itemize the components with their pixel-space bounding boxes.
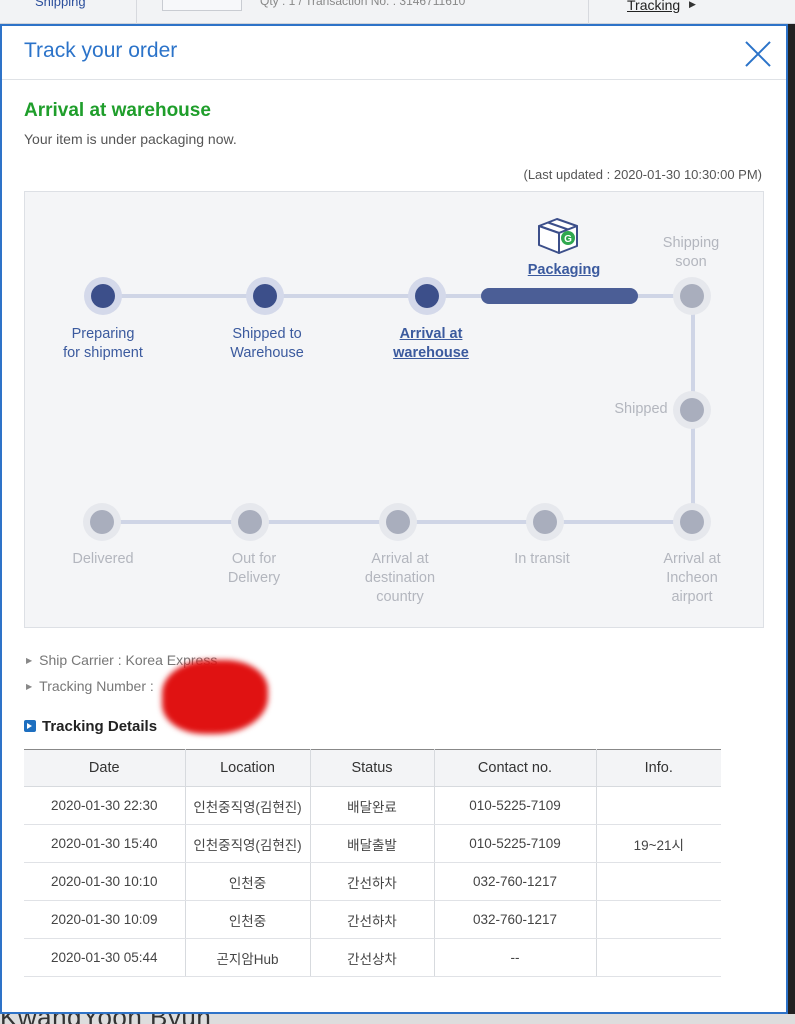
cell-location: 인천중직영(김현진) [185,824,311,863]
table-header-row: Date Location Status Contact no. Info. [24,749,721,787]
cell-contact: 010-5225-7109 [434,786,597,825]
last-updated-text: (Last updated : 2020-01-30 10:30:00 PM) [523,167,763,182]
background-qty-text: Qty : 1 / Transaction No. : 3146711610 [260,0,466,8]
step-dot-arrival-incheon [673,503,711,541]
tracking-number-label: Tracking Number : [39,678,154,694]
status-title: Arrival at warehouse [24,100,211,121]
column-header-contact: Contact no. [434,749,597,787]
background-divider [588,0,589,24]
column-header-date: Date [24,749,186,787]
step-label-arrival-warehouse[interactable]: Arrival at warehouse [366,325,496,363]
cell-date: 2020-01-30 10:09 [24,900,186,939]
cell-contact: 032-760-1217 [434,862,597,901]
cell-location: 인천중 [185,862,311,901]
status-subtitle: Your item is under packaging now. [24,131,237,147]
column-header-status: Status [310,749,435,787]
cell-info [596,900,721,939]
redaction-mark [162,660,268,734]
package-box-icon: G [538,218,578,254]
table-row: 2020-01-30 05:44 곤지암Hub 간선상차 -- [24,938,721,977]
step-dot-arrival-warehouse [408,277,446,315]
step-label-in-transit: In transit [514,551,570,567]
cell-status: 간선하차 [310,900,435,939]
arrow-square-icon [24,720,36,732]
step-dot-out-for-delivery [231,503,269,541]
background-divider [136,0,137,24]
modal-header: Track your order [2,26,786,80]
cell-info [596,938,721,977]
step-label-packaging[interactable]: Packaging [499,261,629,280]
background-shipping-label: Shipping [35,0,86,9]
cell-status: 간선하차 [310,862,435,901]
step-dot-in-transit [526,503,564,541]
step-dot-delivered [83,503,121,541]
tracking-number-line: ▶ Tracking Number : [26,678,154,694]
step-label-shipping-soon: Shipping soon [662,235,720,270]
caret-right-icon: ▶ [689,0,696,9]
column-header-location: Location [185,749,311,787]
table-row: 2020-01-30 22:30 인천중직영(김현진) 배달완료 010-522… [24,786,721,825]
step-label-preparing: Preparing for shipment [63,326,143,361]
cell-contact: 010-5225-7109 [434,824,597,863]
modal-title: Track your order [24,39,178,62]
step-dot-shipping-soon [673,277,711,315]
cell-location: 인천중직영(김현진) [185,786,311,825]
cell-location: 인천중 [185,900,311,939]
svg-text:G: G [564,234,572,245]
step-label-arrival-destination: Arrival at destination country [364,551,436,605]
caret-right-icon: ▶ [26,682,33,691]
tracking-details-table: Date Location Status Contact no. Info. 2… [24,749,721,977]
step-label-shipped: Shipped [614,401,668,417]
cell-date: 2020-01-30 10:10 [24,862,186,901]
cell-info [596,786,721,825]
cell-status: 배달출발 [310,824,435,863]
step-label-out-for-delivery: Out for Delivery [227,551,281,586]
step-dot-shipped-to-warehouse [246,277,284,315]
table-row: 2020-01-30 15:40 인천중직영(김현진) 배달출발 010-522… [24,824,721,863]
cell-info: 19~21시 [596,824,721,863]
cell-status: 간선상차 [310,938,435,977]
cell-date: 2020-01-30 15:40 [24,824,186,863]
tracking-details-label: Tracking Details [42,718,158,735]
background-field [162,0,242,11]
cell-contact: -- [434,938,597,977]
cell-date: 2020-01-30 05:44 [24,938,186,977]
step-label-delivered: Delivered [72,551,134,567]
table-row: 2020-01-30 10:10 인천중 간선하차 032-760-1217 [24,862,721,901]
step-label-shipped-to-warehouse: Shipped to Warehouse [230,326,304,361]
step-label-arrival-incheon: Arrival at Incheon airport [663,551,721,605]
background-tracking-link[interactable]: Tracking [627,0,680,13]
cell-date: 2020-01-30 22:30 [24,786,186,825]
progress-panel: G Preparing for shipment Shipped to Wareho… [24,191,764,628]
close-icon[interactable] [744,40,772,68]
caret-right-icon: ▶ [26,656,33,665]
step-dot-arrival-destination [379,503,417,541]
background-order-row: Shipping Qty : 1 / Transaction No. : 314… [0,0,795,24]
step-dot-preparing [84,277,122,315]
tracking-details-title: Tracking Details [24,718,157,735]
cell-location: 곤지암Hub [185,938,311,977]
column-header-info: Info. [596,749,721,787]
cell-status: 배달완료 [310,786,435,825]
progress-active-bar [481,288,638,304]
cell-contact: 032-760-1217 [434,900,597,939]
cell-info [596,862,721,901]
table-row: 2020-01-30 10:09 인천중 간선하차 032-760-1217 [24,900,721,939]
track-order-modal: Track your order Arrival at warehouse Yo… [0,24,788,1014]
